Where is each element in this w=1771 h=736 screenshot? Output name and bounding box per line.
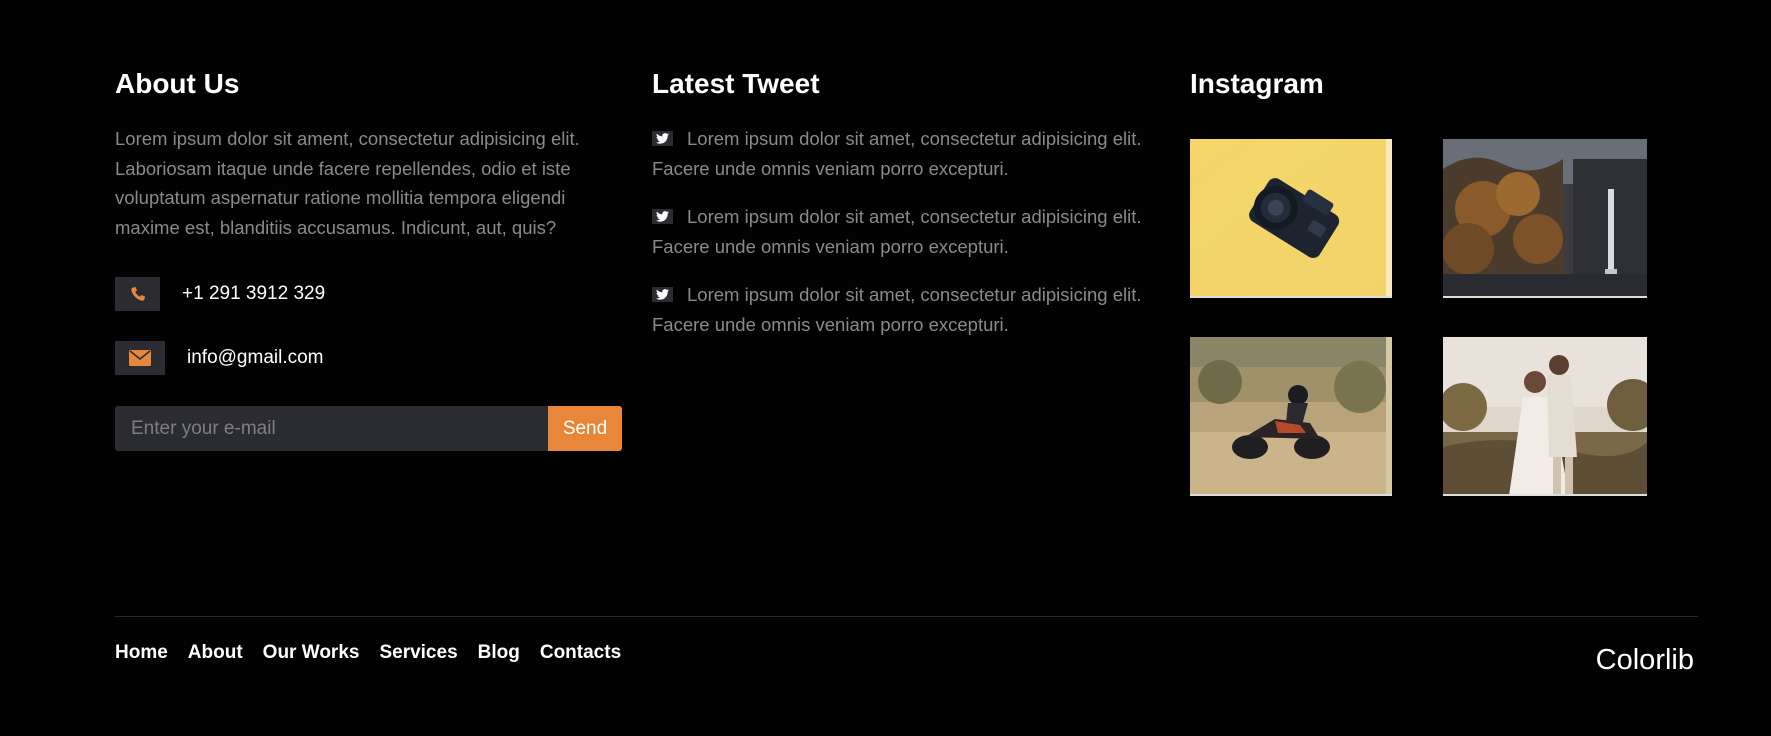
tweets-column: Latest Tweet Lorem ipsum dolor sit amet,…: [652, 64, 1142, 358]
nav-link-home[interactable]: Home: [115, 641, 168, 665]
instagram-photo-motorcycle[interactable]: [1190, 337, 1392, 496]
tweets-heading: Latest Tweet: [652, 68, 820, 99]
instagram-photo-waterfall[interactable]: [1443, 139, 1647, 298]
instagram-photo-couple[interactable]: [1443, 337, 1647, 496]
nav-link-our-works[interactable]: Our Works: [263, 641, 360, 665]
footer-nav: Home About Our Works Services Blog Conta…: [115, 641, 641, 665]
instagram-photo-camera[interactable]: [1190, 139, 1392, 298]
footer-divider: [115, 616, 1698, 617]
twitter-icon: [652, 209, 673, 224]
phone-number[interactable]: +1 291 3912 329: [182, 283, 325, 305]
phone-icon: [115, 277, 160, 311]
nav-link-about[interactable]: About: [188, 641, 243, 665]
about-text: Lorem ipsum dolor sit ament, consectetur…: [115, 128, 580, 238]
about-column: About Us Lorem ipsum dolor sit ament, co…: [115, 64, 625, 451]
tweet-text: Lorem ipsum dolor sit amet, consectetur …: [652, 206, 1142, 257]
tweet-item: Lorem ipsum dolor sit amet, consectetur …: [652, 280, 1142, 339]
tweet-text: Lorem ipsum dolor sit amet, consectetur …: [652, 284, 1142, 335]
subscribe-form: Send: [115, 406, 622, 451]
tweet-item: Lorem ipsum dolor sit amet, consectetur …: [652, 124, 1142, 183]
tweet-item: Lorem ipsum dolor sit amet, consectetur …: [652, 202, 1142, 261]
email-row: info@gmail.com: [115, 341, 324, 375]
twitter-icon: [652, 287, 673, 302]
nav-link-contacts[interactable]: Contacts: [540, 641, 621, 665]
nav-link-blog[interactable]: Blog: [478, 641, 520, 665]
twitter-icon: [652, 131, 673, 146]
brand-logo[interactable]: Colorlib: [1596, 643, 1694, 677]
phone-row: +1 291 3912 329: [115, 277, 325, 311]
email-address[interactable]: info@gmail.com: [187, 347, 324, 369]
instagram-column: Instagram: [1190, 64, 1670, 499]
nav-link-services[interactable]: Services: [379, 641, 457, 665]
send-button[interactable]: Send: [548, 406, 622, 451]
site-footer: About Us Lorem ipsum dolor sit ament, co…: [0, 0, 1771, 736]
instagram-heading: Instagram: [1190, 68, 1324, 99]
email-input[interactable]: [115, 406, 548, 451]
about-heading: About Us: [115, 68, 240, 99]
envelope-icon: [115, 341, 165, 375]
instagram-grid: [1190, 139, 1670, 499]
tweet-text: Lorem ipsum dolor sit amet, consectetur …: [652, 128, 1142, 179]
tweet-list: Lorem ipsum dolor sit amet, consectetur …: [652, 124, 1142, 339]
